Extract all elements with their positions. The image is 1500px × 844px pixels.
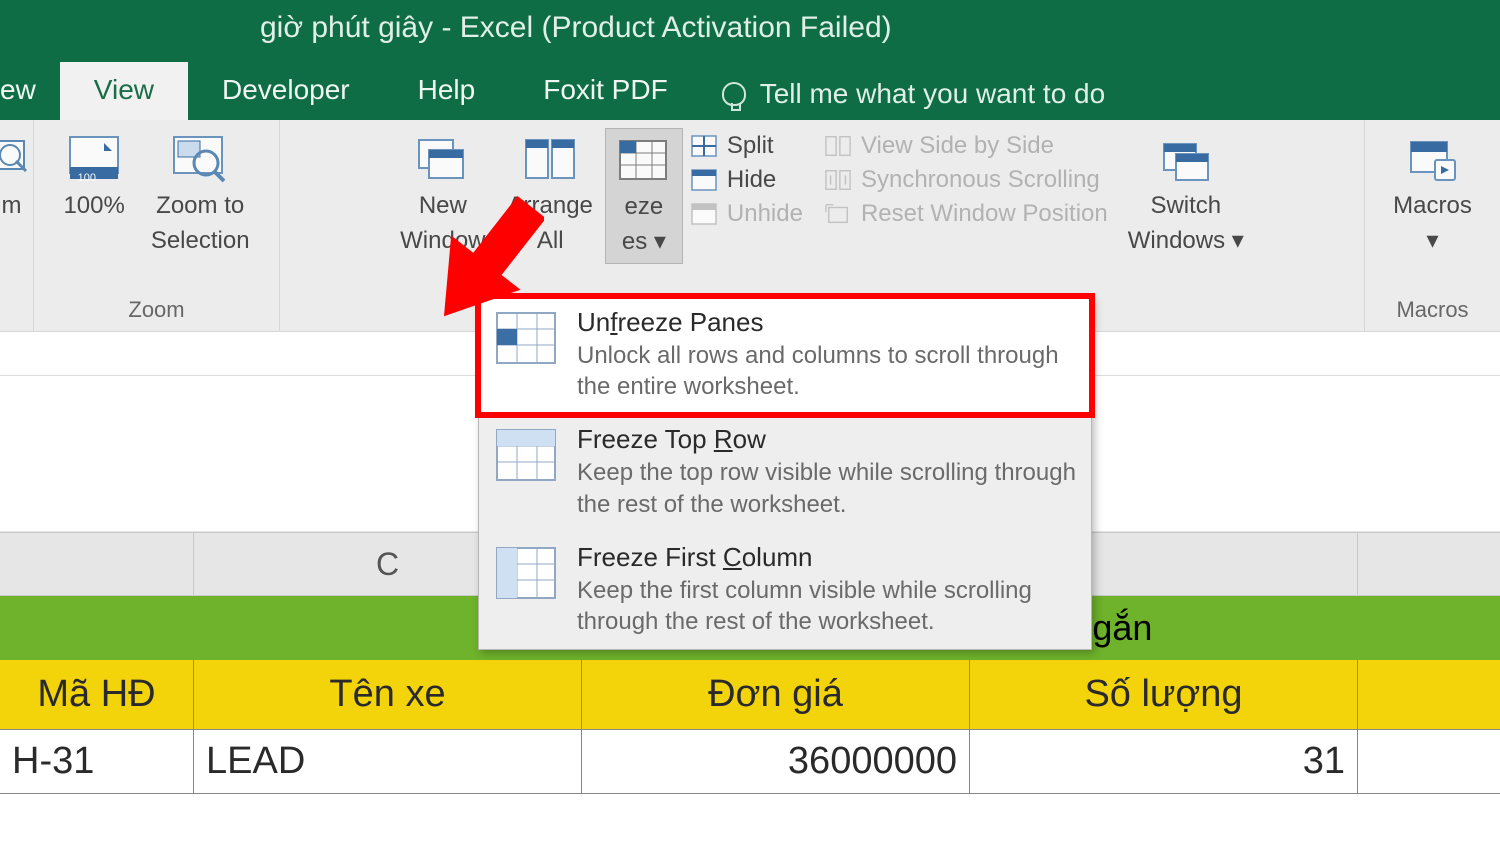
split-icon bbox=[691, 134, 717, 158]
header-ten-xe[interactable]: Tên xe bbox=[194, 660, 582, 730]
freeze-panes-icon bbox=[616, 135, 672, 187]
freeze-top-row-icon bbox=[495, 428, 557, 482]
cell-ma-hd[interactable]: H-31 bbox=[0, 730, 194, 794]
freeze-first-column-icon bbox=[495, 546, 557, 600]
macros-button[interactable]: Macros ▾ bbox=[1383, 128, 1482, 262]
unhide-button: Unhide bbox=[691, 200, 803, 228]
tab-developer[interactable]: Developer bbox=[188, 62, 384, 120]
side-by-side-icon bbox=[825, 134, 851, 158]
ribbon-group-zoom: 100 100% Zoom to Selection Zoom bbox=[34, 120, 280, 331]
tab-view[interactable]: View bbox=[60, 62, 188, 120]
new-window-icon bbox=[415, 134, 471, 186]
unfreeze-panes-item[interactable]: Unfreeze Panes Unlock all rows and colum… bbox=[479, 297, 1091, 414]
group-label-macros: Macros bbox=[1396, 295, 1468, 327]
freeze-first-column-desc: Keep the first column visible while scro… bbox=[577, 575, 1077, 637]
tab-help[interactable]: Help bbox=[384, 62, 510, 120]
arrange-all-button[interactable]: Arrange All bbox=[498, 128, 603, 262]
new-window-button[interactable]: New Window bbox=[390, 128, 495, 262]
arrange-all-icon bbox=[522, 134, 578, 186]
unhide-icon bbox=[691, 202, 717, 226]
window-title: giờ phút giây - Excel (Product Activatio… bbox=[260, 11, 892, 45]
freeze-first-column-title: Freeze First Column bbox=[577, 542, 1077, 573]
hide-button[interactable]: Hide bbox=[691, 166, 803, 194]
freeze-top-row-item[interactable]: Freeze Top Row Keep the top row visible … bbox=[479, 414, 1091, 531]
ribbon-group-macros: Macros ▾ Macros bbox=[1364, 120, 1500, 331]
lightbulb-icon bbox=[722, 82, 746, 106]
hide-icon bbox=[691, 168, 717, 192]
ribbon-group-partial: m bbox=[0, 120, 34, 331]
group-label-zoom: Zoom bbox=[128, 295, 184, 327]
side-by-side-list: View Side by Side Synchronous Scrolling … bbox=[819, 128, 1114, 232]
split-button[interactable]: Split bbox=[691, 132, 803, 160]
freeze-panes-dropdown: Unfreeze Panes Unlock all rows and colum… bbox=[478, 296, 1092, 650]
svg-text:100: 100 bbox=[78, 172, 96, 184]
switch-windows-button[interactable]: Switch Windows ▾ bbox=[1118, 128, 1254, 262]
synchronous-scrolling-button: Synchronous Scrolling bbox=[825, 166, 1108, 194]
freeze-top-row-title: Freeze Top Row bbox=[577, 424, 1077, 455]
unfreeze-title: Unfreeze Panes bbox=[577, 307, 1077, 338]
reset-pos-icon bbox=[825, 202, 851, 226]
header-don-gia[interactable]: Đơn giá bbox=[582, 660, 970, 730]
zoom-100-button[interactable]: 100 100% bbox=[53, 128, 134, 227]
zoom-to-selection-button[interactable]: Zoom to Selection bbox=[141, 128, 260, 262]
freeze-panes-button[interactable]: eze es ▾ bbox=[605, 128, 683, 264]
tell-me-label: Tell me what you want to do bbox=[760, 78, 1106, 110]
cell-don-gia[interactable]: 36000000 bbox=[582, 730, 970, 794]
view-side-by-side-button: View Side by Side bbox=[825, 132, 1108, 160]
header-ma-hd[interactable]: Mã HĐ bbox=[0, 660, 194, 730]
split-hide-list: Split Hide Unhide bbox=[685, 128, 809, 232]
cell-ten-xe[interactable]: LEAD bbox=[194, 730, 582, 794]
table-row: H-31 LEAD 36000000 31 bbox=[0, 730, 1500, 794]
table-header-row: Mã HĐ Tên xe Đơn giá Số lượng bbox=[0, 660, 1500, 730]
col-header-b[interactable] bbox=[0, 533, 194, 595]
header-blank[interactable] bbox=[1358, 660, 1500, 730]
freeze-top-row-desc: Keep the top row visible while scrolling… bbox=[577, 457, 1077, 519]
percent-icon: 100 bbox=[66, 134, 122, 186]
tab-partial[interactable]: ew bbox=[0, 62, 60, 120]
header-so-luong[interactable]: Số lượng bbox=[970, 660, 1358, 730]
switch-windows-icon bbox=[1158, 134, 1214, 186]
zoom-selection-icon bbox=[172, 134, 228, 186]
title-bar: giờ phút giây - Excel (Product Activatio… bbox=[0, 0, 1500, 56]
cell-so-luong[interactable]: 31 bbox=[970, 730, 1358, 794]
unfreeze-desc: Unlock all rows and columns to scroll th… bbox=[577, 340, 1077, 402]
unfreeze-panes-icon bbox=[495, 311, 557, 365]
reset-window-position-button: Reset Window Position bbox=[825, 200, 1108, 228]
col-header-f[interactable]: F bbox=[1358, 533, 1500, 595]
ribbon-tabstrip: ew View Developer Help Foxit PDF Tell me… bbox=[0, 56, 1500, 120]
macros-icon bbox=[1405, 134, 1461, 186]
cell-blank[interactable] bbox=[1358, 730, 1500, 794]
freeze-first-column-item[interactable]: Freeze First Column Keep the first colum… bbox=[479, 532, 1091, 649]
sync-scroll-icon bbox=[825, 168, 851, 192]
tell-me[interactable]: Tell me what you want to do bbox=[702, 68, 1126, 120]
tab-foxit-pdf[interactable]: Foxit PDF bbox=[509, 62, 701, 120]
